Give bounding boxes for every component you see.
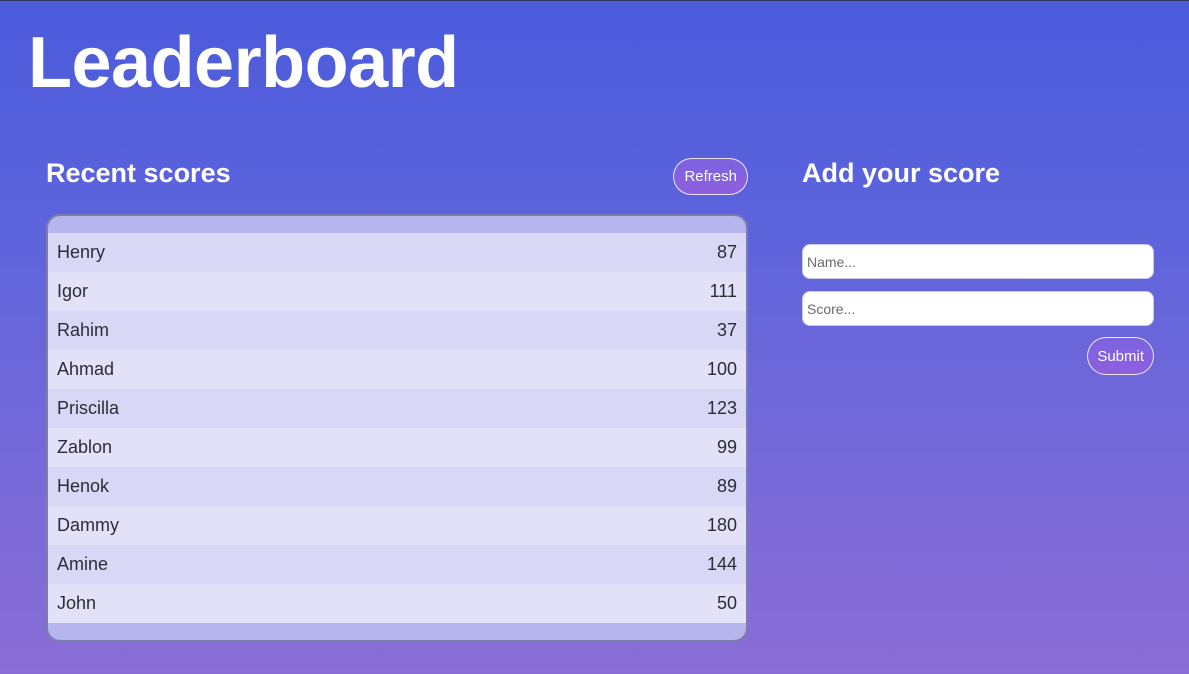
player-name: Henry [57, 242, 106, 262]
table-row: Dammy 180 [48, 506, 746, 545]
table-row: Priscilla 123 [48, 389, 746, 428]
player-score: 89 [716, 476, 737, 496]
table-row: Ahmad 100 [48, 350, 746, 389]
table-row: Henok 89 [48, 467, 746, 506]
player-name: Zablon [57, 437, 113, 457]
submit-button[interactable]: Submit [1087, 337, 1154, 375]
add-score-panel: Add your score Submit [802, 157, 1154, 375]
player-score: 111 [709, 281, 737, 301]
player-name: Ahmad [57, 359, 115, 379]
table-row: Zablon 99 [48, 428, 746, 467]
player-name: Henok [57, 476, 110, 496]
table-row: John 50 [48, 584, 746, 623]
player-score: 50 [716, 593, 737, 613]
player-name: Amine [57, 554, 109, 574]
refresh-button[interactable]: Refresh [673, 158, 748, 195]
table-row: Igor 111 [48, 272, 746, 311]
page-title: Leaderboard [28, 23, 459, 103]
add-score-heading: Add your score [802, 158, 1001, 188]
player-name: Igor [57, 281, 89, 301]
scores-table: Henry 87 Igor 111 Rahim 37 Ahmad 100 Pri… [46, 214, 748, 642]
player-score: 99 [716, 437, 737, 457]
name-input[interactable] [802, 244, 1154, 279]
recent-scores-heading: Recent scores [46, 158, 231, 188]
player-score: 37 [716, 320, 737, 340]
player-score: 144 [706, 554, 737, 574]
player-score: 180 [706, 515, 737, 535]
player-name: Priscilla [57, 398, 120, 418]
player-name: Rahim [57, 320, 110, 340]
player-score: 123 [706, 398, 737, 418]
score-input[interactable] [802, 291, 1154, 326]
add-score-form: Submit [802, 244, 1154, 375]
player-name: John [57, 593, 97, 613]
recent-scores-panel: Recent scores Refresh Henry 87 Igor 111 … [46, 157, 748, 642]
table-row: Amine 144 [48, 545, 746, 584]
player-score: 87 [716, 242, 737, 262]
recent-scores-header: Recent scores Refresh [46, 157, 748, 197]
table-row: Henry 87 [48, 233, 746, 272]
player-name: Dammy [57, 515, 119, 535]
table-row: Rahim 37 [48, 311, 746, 350]
player-score: 100 [706, 359, 737, 379]
